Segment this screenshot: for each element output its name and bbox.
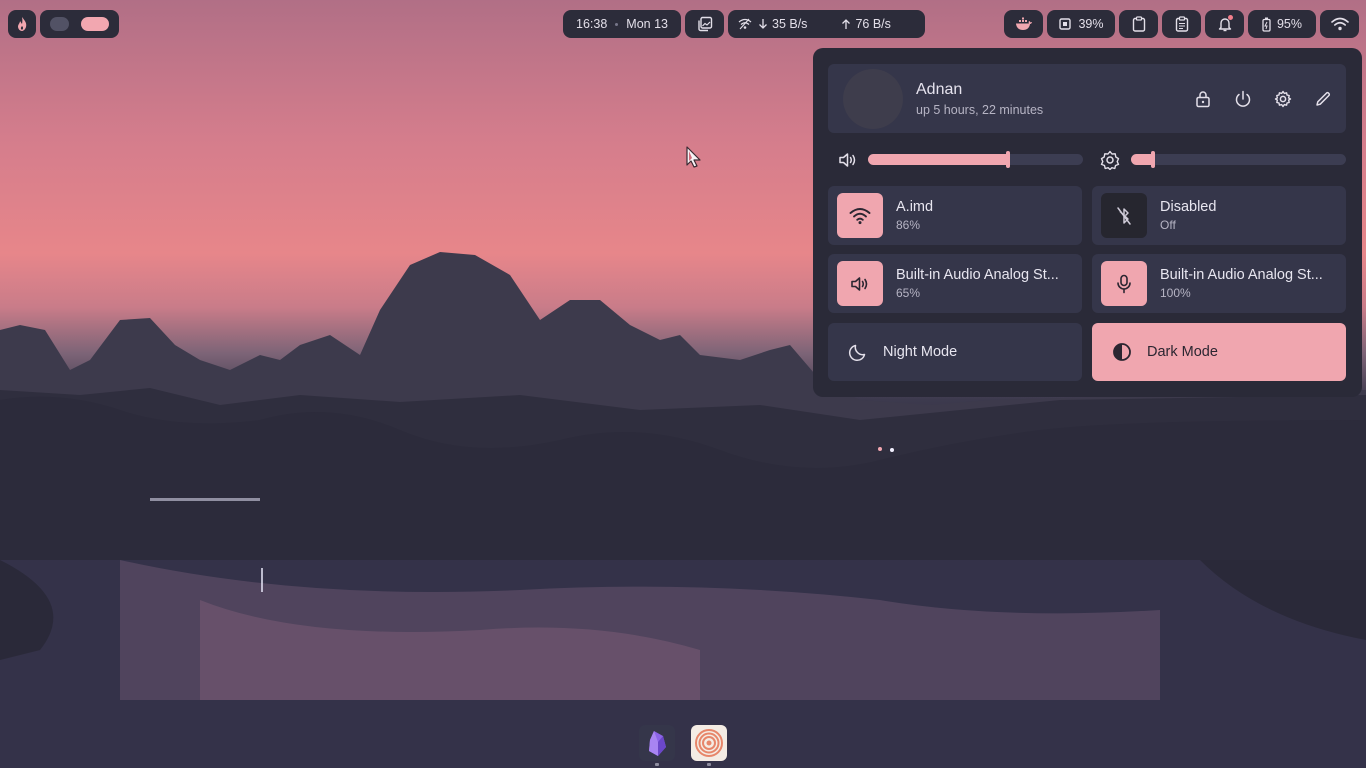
- separator-dot: [615, 22, 619, 26]
- wifi-toggle[interactable]: [837, 193, 883, 238]
- user-card: Adnan up 5 hours, 22 minutes: [828, 64, 1346, 133]
- cpu-usage-widget[interactable]: 39%: [1047, 10, 1115, 38]
- wifi-icon: [1330, 17, 1349, 31]
- wifi-small-icon: [738, 18, 752, 30]
- wifi-network-name: A.imd: [896, 199, 934, 215]
- audio-input-volume: 100%: [1160, 286, 1191, 300]
- mouse-cursor-icon: [686, 146, 701, 168]
- settings-button[interactable]: [1272, 88, 1294, 110]
- brightness-slider-handle[interactable]: [1151, 151, 1155, 168]
- edit-icon: [1316, 91, 1331, 106]
- notification-badge: [1228, 15, 1233, 20]
- bluetooth-state: Off: [1160, 218, 1176, 232]
- brightness-slider[interactable]: [1131, 151, 1346, 168]
- docker-whale-icon: [1015, 17, 1032, 30]
- lock-icon: [1196, 91, 1210, 108]
- upload-speed-value: 76 B/s: [855, 17, 891, 31]
- dark-mode-label: Dark Mode: [1147, 344, 1218, 360]
- workspace-1[interactable]: [50, 17, 69, 31]
- audio-output-toggle[interactable]: [837, 261, 883, 306]
- obsidian-icon: [649, 731, 666, 756]
- bluetooth-tile[interactable]: Disabled Off: [1092, 186, 1346, 245]
- clipboard-icon: [1132, 16, 1145, 32]
- lock-button[interactable]: [1192, 88, 1214, 110]
- volume-slider-fill: [868, 154, 1008, 165]
- network-speed-widget[interactable]: 35 B/s 76 B/s: [728, 10, 925, 38]
- speaker-icon: [851, 276, 868, 291]
- moon-icon: [849, 344, 866, 361]
- audio-input-toggle[interactable]: [1101, 261, 1147, 306]
- cpu-chip-icon: [1059, 18, 1072, 30]
- uptime-label: up 5 hours, 22 minutes: [916, 103, 1044, 117]
- bluetooth-off-icon: [1117, 206, 1131, 225]
- upload-speed: 76 B/s: [841, 17, 891, 31]
- docker-button[interactable]: [1004, 10, 1043, 38]
- audio-output-volume: 65%: [896, 286, 921, 300]
- audio-output-tile[interactable]: Built-in Audio Analog St... 65%: [828, 254, 1082, 313]
- night-mode-label: Night Mode: [883, 344, 958, 360]
- avatar[interactable]: [843, 69, 903, 129]
- bluetooth-status: Disabled: [1160, 199, 1217, 215]
- edit-button[interactable]: [1312, 88, 1334, 110]
- bluetooth-toggle[interactable]: [1101, 193, 1147, 238]
- arrow-down-icon: [759, 19, 767, 29]
- brightness-slider-icon[interactable]: [1098, 148, 1122, 172]
- notes-button[interactable]: [1162, 10, 1201, 38]
- download-speed: 35 B/s: [758, 17, 807, 31]
- control-center-panel: Adnan up 5 hours, 22 minutes A.imd 86% D…: [813, 48, 1362, 397]
- audio-input-tile[interactable]: Built-in Audio Analog St... 100%: [1092, 254, 1346, 313]
- arch-flame-icon: [18, 17, 27, 31]
- power-button[interactable]: [1232, 88, 1254, 110]
- clipboard-button[interactable]: [1119, 10, 1158, 38]
- audio-input-device: Built-in Audio Analog St...: [1160, 267, 1323, 283]
- workspace-2[interactable]: [80, 17, 109, 31]
- user-name: Adnan: [916, 81, 963, 98]
- cpu-usage-value: 39%: [1078, 17, 1104, 31]
- contrast-icon: [1113, 343, 1131, 361]
- screenshot-button[interactable]: [685, 10, 724, 38]
- night-mode-toggle[interactable]: Night Mode: [828, 323, 1082, 381]
- dock-app-spiral[interactable]: [691, 725, 727, 761]
- launcher-button[interactable]: [8, 10, 36, 38]
- workspace-switcher: [40, 10, 119, 38]
- battery-charging-icon: [1262, 17, 1271, 32]
- spiral-app-icon: [695, 729, 723, 757]
- dock-app-obsidian[interactable]: [639, 725, 675, 761]
- volume-slider-handle[interactable]: [1006, 151, 1010, 168]
- clock-date: Mon 13: [626, 17, 668, 31]
- battery-widget[interactable]: 95%: [1248, 10, 1316, 38]
- wifi-tile[interactable]: A.imd 86%: [828, 186, 1082, 245]
- wifi-signal-strength: 86%: [896, 218, 921, 232]
- brightness-icon: [1100, 150, 1120, 170]
- power-icon: [1235, 90, 1251, 107]
- brightness-slider-fill: [1131, 154, 1153, 165]
- settings-icon: [1274, 90, 1292, 108]
- download-speed-value: 35 B/s: [772, 17, 808, 31]
- volume-slider-icon[interactable]: [836, 148, 860, 172]
- running-indicator: [707, 763, 711, 766]
- dark-mode-toggle[interactable]: Dark Mode: [1092, 323, 1346, 381]
- screenshot-gallery-icon: [697, 16, 712, 32]
- microphone-icon: [1117, 274, 1131, 293]
- arrow-up-icon: [842, 19, 851, 29]
- clock-widget[interactable]: 16:38 Mon 13: [563, 10, 681, 38]
- running-indicator: [655, 763, 659, 766]
- notifications-button[interactable]: [1205, 10, 1244, 38]
- speaker-icon: [839, 153, 856, 167]
- wifi-button[interactable]: [1320, 10, 1359, 38]
- clock-time: 16:38: [576, 17, 608, 31]
- wifi-icon: [849, 207, 871, 224]
- audio-output-device: Built-in Audio Analog St...: [896, 267, 1059, 283]
- volume-slider[interactable]: [868, 151, 1083, 168]
- notes-icon: [1175, 16, 1188, 32]
- battery-value: 95%: [1276, 17, 1303, 31]
